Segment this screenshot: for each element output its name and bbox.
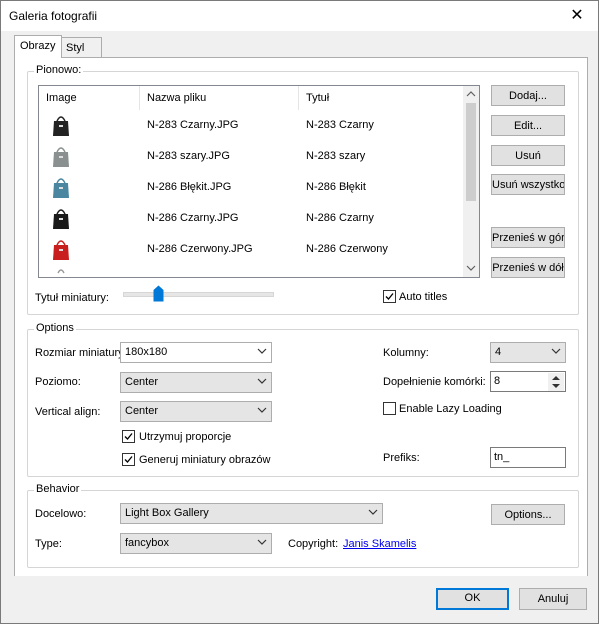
list-item[interactable]: N-286 Błękit.JPG N-286 Błękit — [39, 172, 464, 203]
lazy-loading-checkbox[interactable] — [383, 402, 396, 415]
filled-cells-label: Dopełnienie komórki: — [383, 376, 486, 388]
copyright-link[interactable]: Janis Skamelis — [343, 538, 416, 550]
horizontal-combo[interactable]: Center — [120, 372, 272, 393]
edit-button[interactable]: Edit... — [491, 115, 565, 136]
target-label: Docelowo: — [35, 508, 87, 520]
list-item[interactable]: N-283 Czarny.JPG N-283 Czarny — [39, 110, 464, 141]
prefix-input[interactable]: tn_ — [490, 447, 566, 468]
chevron-down-icon — [257, 539, 267, 545]
bag-thumbnail-icon — [57, 269, 65, 274]
list-header: Image Nazwa pliku Tytuł — [39, 86, 464, 110]
close-icon[interactable]: ✕ — [562, 5, 592, 27]
chevron-down-icon — [257, 348, 267, 354]
type-combo[interactable]: fancybox — [120, 533, 272, 554]
thumb-size-label: Rozmiar miniatury — [35, 347, 124, 359]
list-item[interactable]: N-286 Czarny.JPG N-286 Czarny — [39, 203, 464, 234]
list-item-title: N-283 szary — [306, 150, 366, 162]
checkmark-icon — [124, 456, 133, 463]
chevron-down-icon — [257, 378, 267, 384]
chevron-down-icon — [368, 509, 378, 515]
list-item-filename: N-286 Błękit.JPG — [147, 181, 232, 193]
options-legend: Options — [34, 322, 76, 334]
move-down-button[interactable]: Przenieś w dół — [491, 257, 565, 278]
columns-combo[interactable]: 4 — [490, 342, 566, 363]
cancel-button[interactable]: Anuluj — [519, 588, 587, 610]
auto-titles-label[interactable]: Auto titles — [399, 291, 447, 303]
target-combo[interactable]: Light Box Gallery — [120, 503, 383, 524]
type-label: Type: — [35, 538, 62, 550]
thumb-title-label: Tytuł miniatury: — [35, 292, 109, 304]
move-up-button[interactable]: Przenieś w górę — [491, 227, 565, 248]
spinner-arrows-icon[interactable] — [548, 373, 564, 391]
vertical-align-value: Center — [125, 405, 159, 417]
list-scrollbar[interactable] — [463, 86, 479, 277]
list-item-title: N-283 Czarny — [306, 119, 374, 131]
copyright-label: Copyright: — [288, 538, 339, 550]
chevron-down-icon — [257, 407, 267, 413]
column-header-title[interactable]: Tytuł — [299, 86, 464, 110]
list-item-partial[interactable] — [39, 265, 464, 277]
thumb-title-slider-track[interactable] — [123, 292, 274, 297]
columns-value: 4 — [495, 346, 502, 358]
prefix-value: tn_ — [494, 451, 510, 463]
bag-thumbnail-icon — [53, 116, 69, 136]
dialog-footer: OK Anuluj — [1, 576, 598, 623]
remove-button[interactable]: Usuń — [491, 145, 565, 166]
list-item-title: N-286 Błękit — [306, 181, 366, 193]
filled-cells-value: 8 — [494, 375, 501, 387]
behavior-group: Behavior — [27, 483, 579, 568]
checkmark-icon — [385, 293, 394, 300]
scrollbar-thumb[interactable] — [466, 103, 476, 201]
bag-thumbnail-icon — [53, 240, 69, 260]
column-header-filename[interactable]: Nazwa pliku — [140, 86, 299, 110]
chevron-down-icon — [551, 348, 561, 354]
vertical-align-combo[interactable]: Center — [120, 401, 272, 422]
thumb-title-slider-thumb[interactable] — [153, 285, 164, 302]
title-bar: Galeria fotografii ✕ — [1, 1, 598, 31]
list-item-filename: N-286 Czerwony.JPG — [147, 243, 253, 255]
list-item-title: N-286 Czerwony — [306, 243, 388, 255]
tab-obrazy[interactable]: Obrazy — [14, 35, 62, 58]
bag-thumbnail-icon — [53, 209, 69, 229]
pionowo-legend: Pionowo: — [34, 64, 84, 76]
keep-proportions-checkbox[interactable] — [122, 430, 135, 443]
horizontal-value: Center — [125, 376, 159, 388]
bag-thumbnail-icon — [53, 178, 69, 198]
tab-styl[interactable]: Styl — [60, 37, 102, 58]
add-button[interactable]: Dodaj... — [491, 85, 565, 106]
lazy-loading-label[interactable]: Enable Lazy Loading — [399, 403, 502, 415]
generate-thumbs-checkbox[interactable] — [122, 453, 135, 466]
list-item[interactable]: N-286 Czerwony.JPG N-286 Czerwony — [39, 234, 464, 265]
image-list[interactable]: Image Nazwa pliku Tytuł N-283 Czarny.JPG… — [38, 85, 480, 278]
behavior-options-button[interactable]: Options... — [491, 504, 565, 525]
dialog-title: Galeria fotografii — [9, 9, 98, 23]
checkmark-icon — [124, 433, 133, 440]
column-header-image[interactable]: Image — [39, 86, 140, 110]
gallery-dialog: Galeria fotografii ✕ Obrazy Styl Pionowo… — [0, 0, 599, 624]
bag-thumbnail-icon — [53, 147, 69, 167]
remove-all-button[interactable]: Usuń wszystko — [491, 174, 565, 195]
thumb-size-value: 180x180 — [125, 346, 168, 358]
scroll-up-icon[interactable] — [466, 90, 476, 98]
horizontal-label: Poziomo: — [35, 376, 81, 388]
scroll-down-icon[interactable] — [466, 264, 476, 272]
thumb-size-combo[interactable]: 180x180 — [120, 342, 272, 363]
generate-thumbs-label[interactable]: Generuj miniatury obrazów — [139, 454, 270, 466]
behavior-legend: Behavior — [34, 483, 82, 495]
vertical-align-label: Vertical align: — [35, 406, 101, 418]
ok-button[interactable]: OK — [436, 588, 509, 610]
list-item[interactable]: N-283 szary.JPG N-283 szary — [39, 141, 464, 172]
prefix-label: Prefiks: — [383, 452, 420, 464]
list-item-filename: N-283 szary.JPG — [147, 150, 230, 162]
columns-label: Kolumny: — [383, 347, 429, 359]
target-value: Light Box Gallery — [125, 507, 209, 519]
list-item-title: N-286 Czarny — [306, 212, 374, 224]
list-item-filename: N-283 Czarny.JPG — [147, 119, 239, 131]
list-item-filename: N-286 Czarny.JPG — [147, 212, 239, 224]
auto-titles-checkbox[interactable] — [383, 290, 396, 303]
keep-proportions-label[interactable]: Utrzymuj proporcje — [139, 431, 231, 443]
type-value: fancybox — [125, 537, 170, 549]
